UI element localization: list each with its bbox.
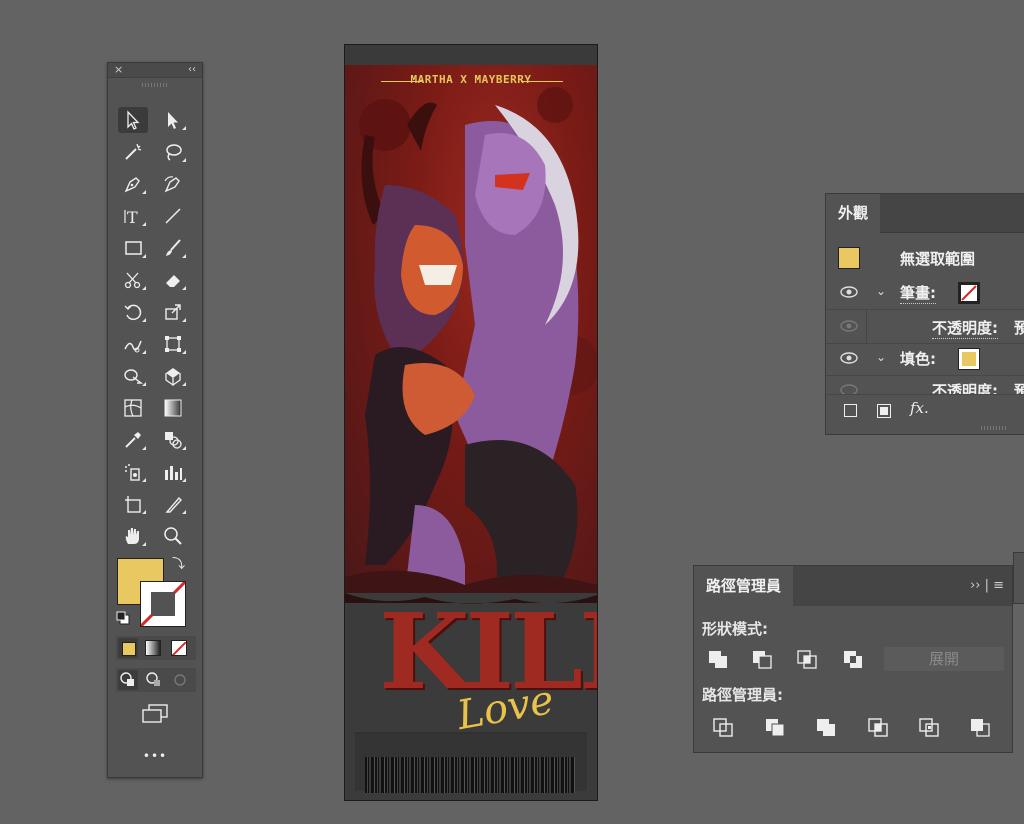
outline-button[interactable]: [917, 716, 943, 738]
add-fill-icon[interactable]: [877, 404, 891, 418]
intersect-button[interactable]: [795, 648, 821, 670]
pathfinder-tabbar: 路徑管理員 ›› | ≡: [694, 566, 1012, 607]
close-icon[interactable]: ×: [114, 63, 123, 77]
eyedropper-tool-icon[interactable]: [118, 427, 148, 453]
color-mode-button[interactable]: [118, 638, 138, 658]
panel-resize-grip[interactable]: [981, 426, 1007, 430]
appearance-panel: 外觀 無選取範圍 ⌄ 筆畫: 不透明度: 預 ⌄ 填色: 不透明度: 預 fx.: [825, 193, 1024, 435]
fill-row[interactable]: ⌄ 填色:: [826, 342, 1024, 376]
edit-toolbar-button[interactable]: •••: [138, 749, 172, 763]
stroke-color-swatch[interactable]: [140, 581, 186, 627]
fill-opacity-row: 不透明度: 預: [826, 376, 1024, 394]
free-transform-tool-icon[interactable]: [158, 331, 188, 357]
visibility-eye-icon[interactable]: [840, 286, 858, 298]
tools-panel: × ‹‹ T ⤵ •••: [107, 62, 203, 778]
visibility-eye-icon-disabled[interactable]: [840, 320, 858, 332]
chevron-down-icon[interactable]: ⌄: [876, 284, 886, 298]
screen-mode-icon[interactable]: [140, 703, 170, 725]
panel-menu-icon[interactable]: ›› | ≡: [970, 578, 1004, 593]
selection-tool-icon[interactable]: [118, 107, 148, 133]
fill-label[interactable]: 填色:: [900, 348, 936, 369]
selection-label: 無選取範圍: [900, 250, 976, 268]
tab-pathfinder[interactable]: 路徑管理員: [694, 566, 794, 607]
tab-appearance[interactable]: 外觀: [826, 194, 881, 233]
exclude-button[interactable]: [841, 648, 867, 670]
trim-button[interactable]: [763, 716, 789, 738]
add-stroke-icon[interactable]: [844, 404, 857, 417]
stroke-none-swatch[interactable]: [958, 282, 980, 304]
appearance-footer: fx.: [826, 394, 1024, 425]
collapse-icon[interactable]: ‹‹: [188, 63, 196, 77]
slice-tool-icon[interactable]: [158, 491, 188, 517]
column-graph-tool-icon[interactable]: [158, 459, 188, 485]
unite-button[interactable]: [706, 648, 732, 670]
opacity-label[interactable]: 不透明度:: [932, 380, 998, 394]
symbol-sprayer-tool-icon[interactable]: [118, 459, 148, 485]
warp-tool-icon[interactable]: [118, 331, 148, 357]
rectangle-tool-icon[interactable]: [118, 235, 148, 261]
mesh-tool-icon[interactable]: [118, 395, 148, 421]
magic-wand-tool-icon[interactable]: [118, 139, 148, 165]
appearance-tabbar: 外觀: [826, 194, 1024, 233]
collapsed-panel-edge[interactable]: [1013, 552, 1024, 604]
scissors-tool-icon[interactable]: [118, 267, 148, 293]
line-segment-tool-icon[interactable]: [158, 203, 188, 229]
visibility-eye-icon[interactable]: [840, 352, 858, 364]
crop-button[interactable]: [866, 716, 892, 738]
hand-tool-icon[interactable]: [118, 523, 148, 549]
pen-tool-icon[interactable]: [118, 171, 148, 197]
color-mode-group: [116, 636, 196, 660]
type-tool-icon[interactable]: T: [118, 203, 148, 229]
opacity-value: 預: [1014, 382, 1024, 394]
panel-grip[interactable]: [142, 83, 168, 87]
opacity-value: 預: [1014, 319, 1024, 337]
character-illustration: [345, 65, 597, 593]
chevron-down-icon[interactable]: ⌄: [876, 350, 886, 364]
swap-fill-stroke-icon[interactable]: ⤵: [172, 558, 186, 572]
draw-inside-button[interactable]: [170, 670, 190, 690]
minus-back-button[interactable]: [968, 716, 994, 738]
stroke-label[interactable]: 筆畫:: [900, 282, 936, 304]
gradient-tool-icon[interactable]: [158, 395, 188, 421]
barcode: [365, 757, 575, 793]
direct-selection-tool-icon[interactable]: [158, 107, 188, 133]
shape-modes-label: 形狀模式:: [702, 620, 768, 638]
paintbrush-tool-icon[interactable]: [158, 235, 188, 261]
artwork-header-text: MARTHA X MAYBERRY: [410, 73, 532, 86]
draw-mode-group: [116, 668, 196, 692]
lasso-tool-icon[interactable]: [158, 139, 188, 165]
expand-button[interactable]: 展開: [884, 647, 1004, 671]
gradient-mode-button[interactable]: [145, 640, 161, 656]
perspective-grid-tool-icon[interactable]: [158, 363, 188, 389]
pathfinders-label: 路徑管理員:: [702, 686, 783, 704]
artboard-tool-icon[interactable]: [118, 491, 148, 517]
divide-button[interactable]: [711, 716, 737, 738]
draw-behind-button[interactable]: [144, 670, 164, 690]
svg-text:T: T: [127, 208, 138, 227]
add-effect-icon[interactable]: fx.: [910, 399, 929, 417]
opacity-label[interactable]: 不透明度:: [932, 317, 998, 339]
merge-button[interactable]: [814, 716, 840, 738]
artwork-top-band: [345, 45, 597, 65]
default-fill-stroke-icon[interactable]: [116, 610, 130, 625]
curvature-tool-icon[interactable]: [158, 171, 188, 197]
fill-color-chip[interactable]: [958, 348, 980, 370]
visibility-eye-icon-disabled[interactable]: [840, 384, 858, 394]
stroke-opacity-row: 不透明度: 預: [826, 310, 1024, 344]
eraser-tool-icon[interactable]: [158, 267, 188, 293]
zoom-tool-icon[interactable]: [158, 523, 188, 549]
stroke-row[interactable]: ⌄ 筆畫:: [826, 276, 1024, 310]
object-thumbnail: [838, 247, 860, 269]
draw-normal-button[interactable]: [118, 670, 138, 690]
artboard[interactable]: MARTHA X MAYBERRY KILL Love: [344, 44, 598, 801]
minus-front-button[interactable]: [750, 648, 776, 670]
rotate-tool-icon[interactable]: [118, 299, 148, 325]
tools-panel-titlebar[interactable]: × ‹‹: [108, 63, 202, 78]
none-mode-button[interactable]: [171, 640, 187, 656]
appearance-object-row: 無選取範圍: [826, 244, 1024, 274]
pathfinder-panel: 路徑管理員 ›› | ≡ 形狀模式: 展開 路徑管理員:: [693, 565, 1013, 753]
shape-builder-tool-icon[interactable]: [118, 363, 148, 389]
blend-tool-icon[interactable]: [158, 427, 188, 453]
scale-tool-icon[interactable]: [158, 299, 188, 325]
